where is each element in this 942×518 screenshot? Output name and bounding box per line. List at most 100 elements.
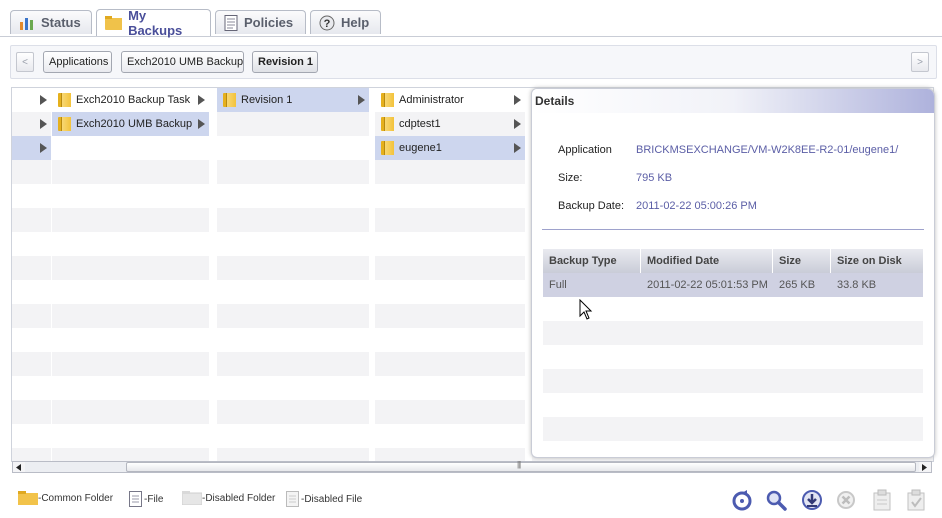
folder-icon — [381, 141, 394, 155]
expand-arrow-icon[interactable] — [40, 119, 47, 129]
list-item[interactable]: eugene1 — [375, 136, 525, 160]
browser-column-2: Exch2010 Backup Task Exch2010 UMB Backup — [52, 88, 210, 461]
cancel-button[interactable] — [834, 488, 858, 512]
list-item[interactable]: Exch2010 Backup Task — [52, 88, 209, 112]
tab-label: My Backups — [128, 8, 183, 38]
expand-arrow-icon[interactable] — [198, 119, 205, 129]
search-button[interactable] — [764, 488, 788, 512]
expand-arrow-icon[interactable] — [40, 95, 47, 105]
empty-row — [375, 352, 525, 376]
disabled-file-icon — [286, 491, 299, 507]
scroll-left-button[interactable] — [13, 462, 25, 472]
empty-row — [543, 297, 923, 321]
empty-row — [12, 328, 51, 352]
list-item-label: Exch2010 UMB Backup — [76, 118, 193, 130]
column-header-size-on-disk[interactable]: Size on Disk — [831, 249, 923, 273]
tab-bar: Status My Backups Policies ? Help — [0, 0, 942, 38]
expand-arrow-icon[interactable] — [358, 95, 365, 105]
empty-row — [12, 280, 51, 304]
scrollbar-thumb[interactable]: ||| — [126, 460, 916, 472]
scrollbar-grip: ||| — [517, 460, 521, 469]
empty-row — [52, 328, 209, 352]
expand-arrow-icon[interactable] — [40, 143, 47, 153]
empty-row — [375, 424, 525, 448]
empty-row — [543, 369, 923, 393]
cell-size-on-disk: 33.8 KB — [837, 279, 877, 291]
empty-row — [12, 208, 51, 232]
legend-label: -Disabled File — [301, 493, 363, 505]
tab-status[interactable]: Status — [10, 10, 92, 34]
empty-row — [12, 400, 51, 424]
chevron-right-icon: > — [917, 56, 923, 68]
list-item[interactable]: Administrator — [375, 88, 525, 112]
scroll-right-button[interactable] — [919, 462, 931, 472]
breadcrumb-forward-button[interactable]: > — [911, 52, 929, 72]
list-item[interactable] — [12, 136, 51, 160]
list-item[interactable]: Exch2010 UMB Backup — [52, 112, 209, 136]
empty-row — [12, 232, 51, 256]
empty-row — [52, 232, 209, 256]
clipboard-check-button[interactable] — [904, 488, 928, 512]
breadcrumb-label: Revision 1 — [258, 56, 314, 68]
expand-arrow-icon[interactable] — [514, 95, 521, 105]
empty-row — [217, 352, 369, 376]
tab-help[interactable]: ? Help — [310, 10, 381, 34]
breadcrumb-item-applications[interactable]: Applications — [43, 51, 112, 73]
file-icon — [129, 491, 142, 507]
list-item-label: eugene1 — [399, 142, 442, 154]
breadcrumb-back-button[interactable]: < — [16, 52, 34, 72]
empty-row — [217, 448, 369, 461]
empty-row — [52, 304, 209, 328]
horizontal-scrollbar[interactable]: ||| — [12, 460, 932, 473]
empty-row — [52, 448, 209, 461]
breadcrumb-item-revision-1[interactable]: Revision 1 — [252, 51, 318, 73]
empty-row — [12, 448, 51, 461]
empty-row — [543, 321, 923, 345]
empty-row — [52, 184, 209, 208]
restore-button[interactable] — [730, 488, 754, 512]
empty-row — [217, 256, 369, 280]
breadcrumb-item-exch2010-umb-backup[interactable]: Exch2010 UMB Backup — [121, 51, 244, 73]
disabled-folder-icon — [182, 491, 202, 505]
empty-row — [217, 400, 369, 424]
cell-backup-type: Full — [549, 279, 567, 291]
arrow-right-icon — [922, 463, 927, 471]
grid-header: Backup Type Modified Date Size Size on D… — [543, 249, 923, 273]
empty-row — [12, 256, 51, 280]
application-label: Application — [558, 144, 612, 156]
empty-row — [217, 328, 369, 352]
column-header-backup-type[interactable]: Backup Type — [543, 249, 641, 273]
list-item-label: cdptest1 — [399, 118, 441, 130]
table-row[interactable]: Full 2011-02-22 05:01:53 PM 265 KB 33.8 … — [543, 273, 923, 297]
clipboard-button[interactable] — [870, 488, 894, 512]
empty-row — [52, 280, 209, 304]
empty-row — [375, 232, 525, 256]
empty-row — [217, 424, 369, 448]
column-header-size[interactable]: Size — [773, 249, 831, 273]
browser-column-4: Administrator cdptest1 eugene1 — [375, 88, 526, 461]
column-header-modified-date[interactable]: Modified Date — [641, 249, 773, 273]
tab-policies[interactable]: Policies — [215, 10, 306, 34]
tab-my-backups[interactable]: My Backups — [96, 8, 211, 38]
tab-label: Status — [41, 15, 81, 30]
browser-column-3: Revision 1 — [217, 88, 370, 461]
details-panel: Details Application BRICKMSEXCHANGE/VM-W… — [531, 88, 935, 458]
legend-label: -Common Folder — [38, 492, 114, 504]
expand-arrow-icon[interactable] — [198, 95, 205, 105]
search-icon — [766, 490, 787, 511]
expand-arrow-icon[interactable] — [514, 143, 521, 153]
download-icon — [802, 490, 822, 510]
list-item[interactable]: cdptest1 — [375, 112, 525, 136]
empty-row — [52, 160, 209, 184]
list-item[interactable] — [12, 112, 51, 136]
browser-column-1 — [12, 88, 52, 461]
folder-icon — [381, 117, 394, 131]
empty-row — [543, 345, 923, 369]
list-item[interactable]: Revision 1 — [217, 88, 369, 112]
list-item[interactable] — [12, 88, 51, 112]
backup-date-label: Backup Date: — [558, 200, 625, 212]
cancel-icon — [837, 491, 855, 509]
expand-arrow-icon[interactable] — [514, 119, 521, 129]
download-button[interactable] — [800, 488, 824, 512]
svg-text:?: ? — [324, 18, 331, 30]
